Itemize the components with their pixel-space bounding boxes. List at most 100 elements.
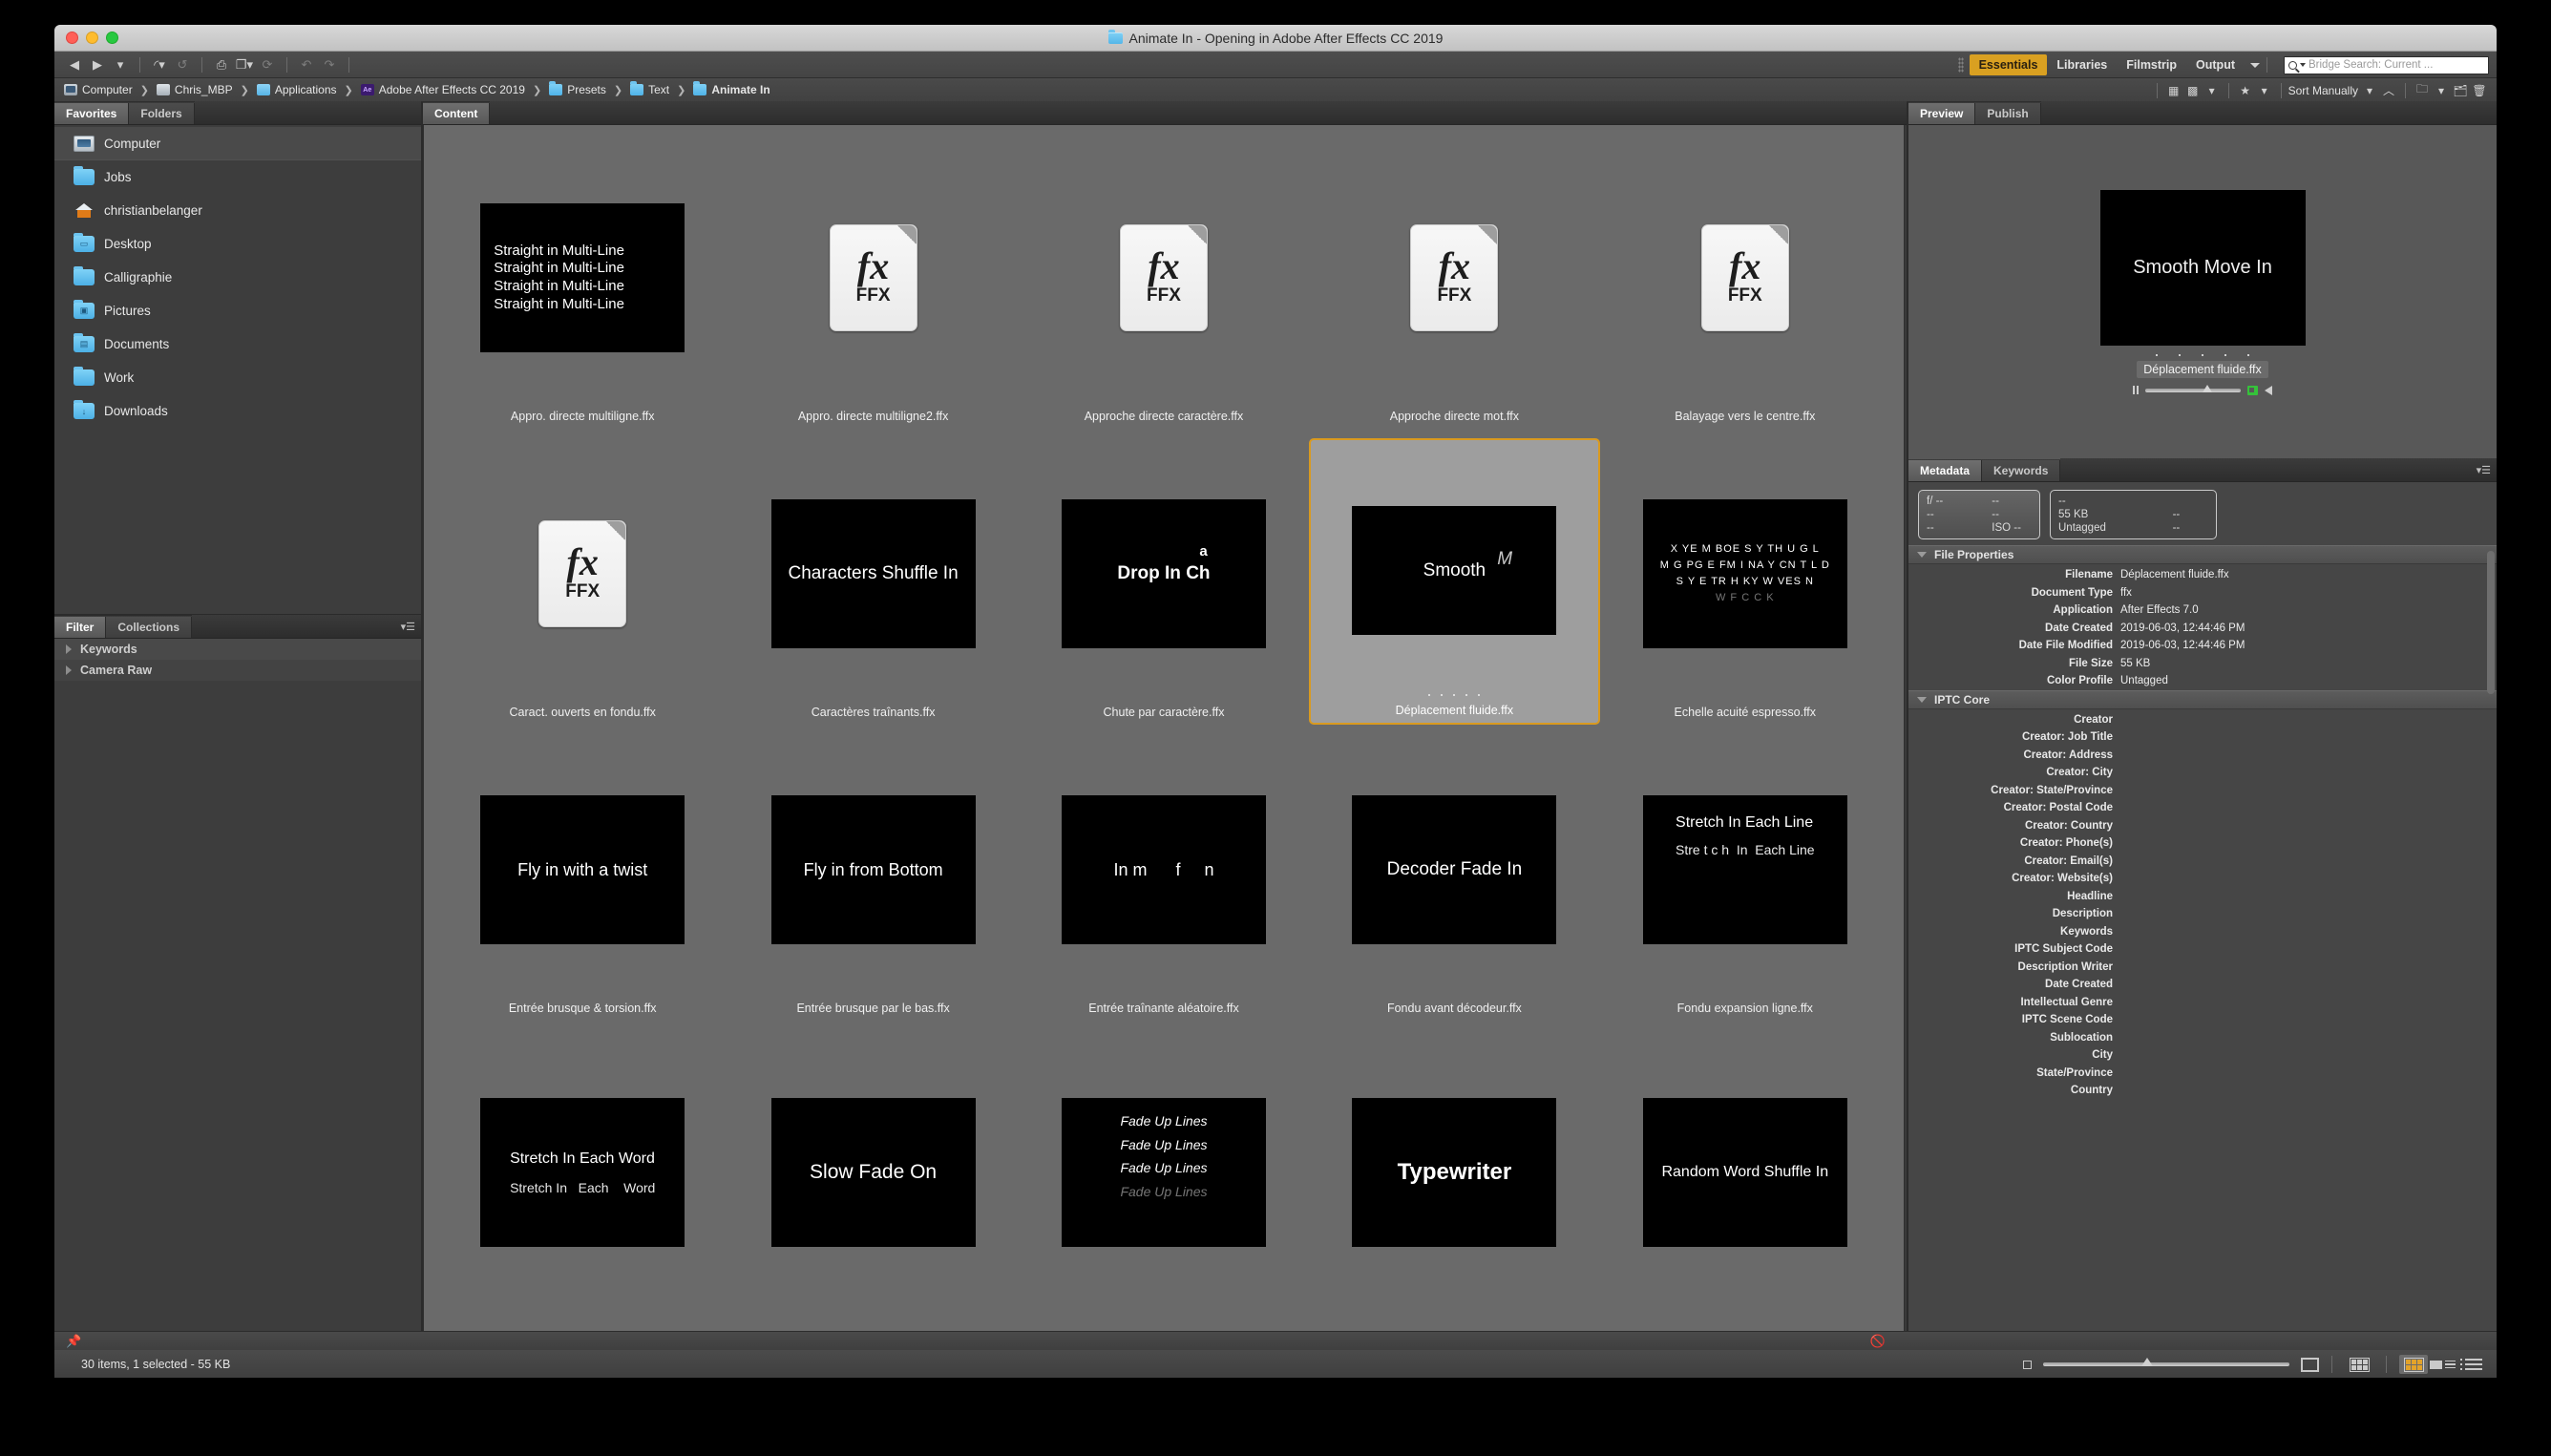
list-item[interactable]: fx FFX Approche directe caractère.ffx xyxy=(1019,142,1309,429)
tab-filter[interactable]: Filter xyxy=(54,617,107,638)
recent-dropdown-icon[interactable]: ▾ xyxy=(110,55,131,74)
minimize-button[interactable] xyxy=(86,32,98,44)
list-item[interactable]: fx FFX Caract. ouverts en fondu.ffx xyxy=(437,438,727,725)
content-grid-area[interactable]: Straight in Multi-Line Straight in Multi… xyxy=(423,125,1905,1349)
workspace-filmstrip[interactable]: Filmstrip xyxy=(2117,54,2186,75)
view-grid-button[interactable] xyxy=(2399,1355,2428,1374)
list-item[interactable]: a Drop In Ch Chute par caractère.ffx xyxy=(1019,438,1309,725)
list-item[interactable]: Stretch In Each Word Stretch In Each Wor… xyxy=(437,1030,727,1317)
star-rating-icon[interactable]: ★ xyxy=(2236,82,2255,99)
list-item[interactable]: Fly in with a twist Entrée brusque & tor… xyxy=(437,734,727,1021)
forward-arrow-icon[interactable]: ▶ xyxy=(87,55,108,74)
filter-row-camera-raw[interactable]: Camera Raw xyxy=(54,660,421,681)
breadcrumb-item-applications[interactable]: Applications xyxy=(256,83,337,96)
tab-keywords[interactable]: Keywords xyxy=(1982,460,2061,481)
tab-collections[interactable]: Collections xyxy=(106,617,193,638)
rotate-cw-icon[interactable]: ↷ xyxy=(319,55,340,74)
boomerang-icon[interactable]: ◜▾ xyxy=(149,55,170,74)
list-item[interactable]: Fade Up Lines Fade Up Lines Fade Up Line… xyxy=(1019,1030,1309,1317)
metadata-scroll-area[interactable]: File Properties Filename Déplacement flui… xyxy=(1908,545,2497,1349)
zoom-out-icon[interactable] xyxy=(2023,1360,2032,1369)
sidebar-item-documents[interactable]: ▤ Documents xyxy=(54,327,421,361)
filter-chevron-down-icon[interactable]: ▾ xyxy=(2203,82,2222,99)
pause-icon[interactable] xyxy=(2133,386,2139,394)
sidebar-item-pictures[interactable]: ▣ Pictures xyxy=(54,294,421,327)
pin-icon[interactable]: 📌 xyxy=(66,1334,81,1349)
maximize-button[interactable] xyxy=(106,32,118,44)
sort-label[interactable]: Sort Manually xyxy=(2288,84,2358,97)
zoom-in-icon[interactable] xyxy=(2301,1357,2319,1372)
list-item[interactable]: Slow Fade On xyxy=(727,1030,1018,1317)
list-item[interactable]: Straight in Multi-Line Straight in Multi… xyxy=(437,142,727,429)
copy-to-icon[interactable]: ❐▾ xyxy=(234,55,255,74)
list-item[interactable]: In m f n Entrée traînante aléatoire.ffx xyxy=(1019,734,1309,1021)
list-item[interactable]: Decoder Fade In Fondu avant décodeur.ffx xyxy=(1309,734,1599,1021)
workspace-libraries[interactable]: Libraries xyxy=(2047,54,2117,75)
filter-checkerboard-icon[interactable]: ▦ xyxy=(2164,82,2183,99)
search-scope-chevron-icon[interactable] xyxy=(2300,63,2306,67)
list-item[interactable]: Characters Shuffle In Caractères traînan… xyxy=(727,438,1018,725)
window-controls[interactable] xyxy=(54,32,118,44)
playback-slider-knob[interactable] xyxy=(2203,384,2212,392)
sidebar-item-desktop[interactable]: ▭ Desktop xyxy=(54,227,421,261)
workspace-grip-icon[interactable] xyxy=(1957,57,1964,73)
metadata-scrollbar[interactable] xyxy=(2487,551,2495,694)
filter-rating-icon[interactable]: ▩ xyxy=(2183,82,2203,99)
list-item[interactable]: fx FFX Appro. directe multiligne2.ffx xyxy=(727,142,1018,429)
thumbnail-size-slider[interactable] xyxy=(2043,1358,2289,1366)
list-item-selected[interactable]: Smooth M Déplacement fluide.ffx xyxy=(1309,438,1600,725)
back-arrow-icon[interactable]: ◀ xyxy=(64,55,85,74)
tab-folders[interactable]: Folders xyxy=(129,103,195,124)
sidebar-item-work[interactable]: Work xyxy=(54,361,421,394)
panel-menu-icon[interactable]: ▾☰ xyxy=(401,621,415,633)
breadcrumb-item-after-effects[interactable]: Ae Adobe After Effects CC 2019 xyxy=(360,83,525,96)
refresh-icon[interactable]: ⟳ xyxy=(257,55,278,74)
lock-thumbnail-grid-button[interactable] xyxy=(2345,1355,2373,1374)
tab-preview[interactable]: Preview xyxy=(1908,103,1976,124)
breadcrumb-item-animate-in[interactable]: Animate In xyxy=(693,81,770,96)
workspace-output[interactable]: Output xyxy=(2186,54,2245,75)
sort-ascending-icon[interactable]: ︿ xyxy=(2379,82,2398,99)
list-item[interactable]: Fly in from Bottom Entrée brusque par le… xyxy=(727,734,1018,1021)
breadcrumb-item-presets[interactable]: Presets xyxy=(549,81,606,96)
view-list-button[interactable] xyxy=(2456,1355,2485,1374)
view-details-button[interactable] xyxy=(2428,1355,2456,1374)
thumbnail-size-slider-knob[interactable] xyxy=(2141,1358,2154,1366)
close-button[interactable] xyxy=(66,32,78,44)
sidebar-item-christianbelanger[interactable]: christianbelanger xyxy=(54,194,421,227)
speaker-icon[interactable] xyxy=(2265,385,2272,395)
metadata-section-iptc-core[interactable]: IPTC Core xyxy=(1908,689,2497,709)
get-photos-camera-icon[interactable]: ⎙ xyxy=(211,55,232,74)
preview-thumbnail[interactable]: Smooth Move In xyxy=(2099,189,2306,346)
list-item[interactable]: X YE M BOE S Y TH U G L M G PG E FM I NA… xyxy=(1600,438,1890,725)
sort-chevron-down-icon[interactable]: ▾ xyxy=(2360,82,2379,99)
tab-publish[interactable]: Publish xyxy=(1975,103,2041,124)
metadata-section-file-properties[interactable]: File Properties xyxy=(1908,545,2497,564)
breadcrumb-item-computer[interactable]: Computer xyxy=(64,83,133,96)
delete-trash-icon[interactable]: 🗑 xyxy=(2470,82,2489,99)
open-folder-icon[interactable]: 🗀 xyxy=(2413,82,2432,99)
new-folder-icon[interactable]: 🗂 xyxy=(2451,82,2470,99)
list-item[interactable]: Random Word Shuffle In xyxy=(1600,1030,1890,1317)
rotate-ccw-icon[interactable]: ↶ xyxy=(296,55,317,74)
sidebar-item-downloads[interactable]: ↓ Downloads xyxy=(54,394,421,428)
list-item[interactable]: fx FFX Approche directe mot.ffx xyxy=(1309,142,1599,429)
tab-favorites[interactable]: Favorites xyxy=(54,103,130,124)
list-item[interactable]: Typewriter xyxy=(1309,1030,1599,1317)
breadcrumb-item-chris-mbp[interactable]: Chris_MBP xyxy=(156,83,233,96)
tab-content[interactable]: Content xyxy=(423,103,491,124)
open-folder-chevron-icon[interactable]: ▾ xyxy=(2432,82,2451,99)
loop-icon[interactable] xyxy=(2247,385,2258,395)
list-item[interactable]: Stretch In Each Line Stre t c h In Each … xyxy=(1600,734,1890,1021)
list-item[interactable]: fx FFX Balayage vers le centre.ffx xyxy=(1600,142,1890,429)
panel-menu-icon[interactable]: ▾☰ xyxy=(2477,464,2491,476)
playback-slider[interactable] xyxy=(2145,384,2241,392)
filter-row-keywords[interactable]: Keywords xyxy=(54,639,421,660)
sidebar-item-calligraphie[interactable]: Calligraphie xyxy=(54,261,421,294)
breadcrumb-item-text[interactable]: Text xyxy=(630,81,669,96)
workspace-essentials[interactable]: Essentials xyxy=(1969,54,2048,75)
search-input[interactable]: Bridge Search: Current ... xyxy=(2284,55,2489,74)
tab-metadata[interactable]: Metadata xyxy=(1908,460,1983,481)
rotate-left-icon[interactable]: ↺ xyxy=(172,55,193,74)
workspace-chevron-down-icon[interactable] xyxy=(2250,62,2260,68)
